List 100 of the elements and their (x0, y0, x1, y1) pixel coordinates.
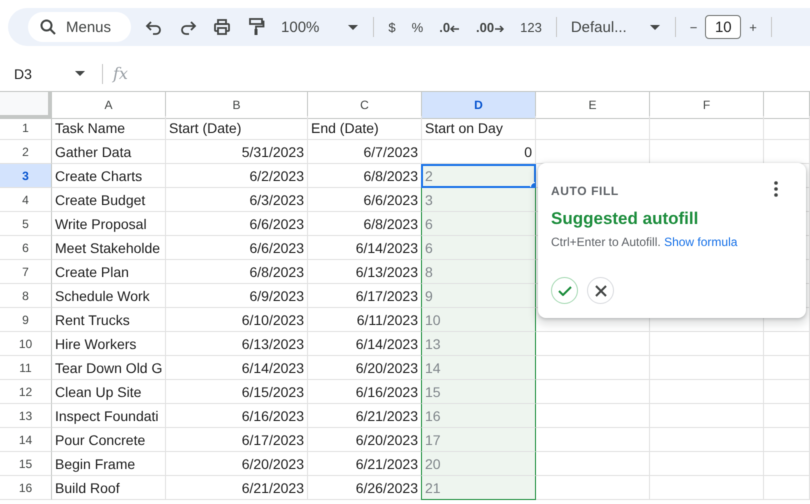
table-cell: 6/3/2023 (166, 188, 308, 212)
zoom-dropdown[interactable]: 100% (273, 12, 368, 42)
caret-icon (648, 24, 661, 30)
accept-button[interactable] (551, 277, 578, 304)
close-icon (594, 284, 606, 296)
row-header[interactable]: 8 (0, 284, 52, 308)
row-header[interactable]: 9 (0, 308, 52, 332)
row-header[interactable]: 3 (0, 164, 52, 188)
search-icon (40, 19, 56, 35)
table-cell: Rent Trucks (52, 308, 166, 332)
empty-cell (764, 332, 810, 356)
table-cell: Hire Workers (52, 332, 166, 356)
show-formula-link[interactable]: Show formula (664, 235, 738, 249)
card-title: Suggested autofill (551, 209, 700, 229)
suggested-cell: 8 (421, 260, 536, 284)
name-box[interactable]: D3 (0, 60, 96, 88)
checkmark-icon (558, 285, 572, 296)
print-icon (213, 18, 232, 36)
column-header[interactable]: A (52, 92, 166, 119)
increase-decimal-button[interactable]: .00 (468, 12, 512, 42)
menus-search-field[interactable]: Menus (28, 12, 132, 42)
table-cell: 6/15/2023 (166, 380, 308, 404)
suggested-cell: 2 (421, 164, 536, 188)
table-cell: 6/6/2023 (166, 212, 308, 236)
table-cell: Pour Concrete (52, 428, 166, 452)
table-cell: Start (Date) (166, 116, 308, 140)
row-header[interactable]: 14 (0, 428, 52, 452)
row-header[interactable]: 4 (0, 188, 52, 212)
table-cell: Write Proposal (52, 212, 166, 236)
empty-cell (764, 116, 810, 140)
autofill-hint: Ctrl+Enter to Autofill. Show formula (551, 235, 738, 249)
column-header[interactable]: B (166, 92, 308, 119)
suggested-cell: 3 (421, 188, 536, 212)
row-header[interactable]: 13 (0, 404, 52, 428)
table-cell: 6/9/2023 (166, 284, 308, 308)
empty-cell (764, 356, 810, 380)
suggested-cell: 10 (421, 308, 536, 332)
empty-cell (764, 404, 810, 428)
paint-roller-icon (247, 18, 266, 36)
table-cell: Meet Stakeholde (52, 236, 166, 260)
table-cell: Create Plan (52, 260, 166, 284)
number-format-button[interactable]: 123 (512, 12, 550, 42)
table-cell: 6/7/2023 (308, 140, 422, 164)
caret-icon (74, 70, 86, 77)
fx-label: fx (113, 64, 128, 83)
table-cell: Task Name (52, 116, 166, 140)
font-size-increase-button[interactable]: + (741, 12, 765, 42)
table-cell: Build Roof (52, 476, 166, 500)
table-cell: 6/2/2023 (166, 164, 308, 188)
suggested-cell: 9 (421, 284, 536, 308)
table-cell: 6/6/2023 (166, 236, 308, 260)
table-cell: Create Budget (52, 188, 166, 212)
font-dropdown[interactable]: Defaul... (562, 12, 669, 42)
table-cell: End (Date) (308, 116, 422, 140)
suggested-cell: 16 (421, 404, 536, 428)
table-cell: Schedule Work (52, 284, 166, 308)
table-cell: 6/21/2023 (166, 476, 308, 500)
font-size-decrease-button[interactable]: − (682, 12, 706, 42)
row-header[interactable]: 6 (0, 236, 52, 260)
font-size-field[interactable]: 10 (705, 15, 742, 39)
suggested-cell: 21 (421, 476, 536, 500)
column-header[interactable]: E (536, 92, 650, 119)
table-cell: 6/20/2023 (166, 452, 308, 476)
table-cell: Tear Down Old G (52, 356, 166, 380)
row-header[interactable]: 1 (0, 116, 52, 140)
table-cell: Gather Data (52, 140, 166, 164)
row-header[interactable]: 11 (0, 356, 52, 380)
empty-cell (764, 476, 810, 500)
row-header[interactable]: 7 (0, 260, 52, 284)
suggested-cell: 17 (421, 428, 536, 452)
table-cell: Clean Up Site (52, 380, 166, 404)
percent-button[interactable]: % (404, 12, 432, 42)
table-cell: Start on Day (422, 116, 536, 140)
suggested-cell: 6 (421, 236, 536, 260)
currency-button[interactable]: $ (380, 12, 404, 42)
caret-icon (347, 24, 360, 30)
column-header[interactable]: F (650, 92, 764, 119)
table-cell: 6/10/2023 (166, 308, 308, 332)
suggested-cell: 6 (421, 212, 536, 236)
table-cell: 6/16/2023 (166, 404, 308, 428)
more-vertical-icon (774, 181, 778, 197)
row-header[interactable]: 12 (0, 380, 52, 404)
table-cell: 6/8/2023 (166, 260, 308, 284)
more-options-button[interactable] (774, 181, 778, 197)
table-cell: 5/31/2023 (166, 140, 308, 164)
table-cell: 6/14/2023 (166, 356, 308, 380)
table-cell: Inspect Foundati (52, 404, 166, 428)
row-header[interactable]: 10 (0, 332, 52, 356)
row-header[interactable]: 5 (0, 212, 52, 236)
dismiss-button[interactable] (587, 277, 614, 304)
column-header[interactable]: D (422, 92, 536, 119)
decrease-decimal-button[interactable]: .0 (431, 12, 468, 42)
row-header[interactable]: 15 (0, 452, 52, 476)
table-cell: 6/17/2023 (166, 428, 308, 452)
suggested-cell: 20 (421, 452, 536, 476)
empty-cell (764, 428, 810, 452)
card-heading: AUTO FILL (551, 184, 619, 198)
suggested-cell: 14 (421, 356, 536, 380)
row-header[interactable]: 16 (0, 476, 52, 500)
suggested-cell: 15 (421, 380, 536, 404)
